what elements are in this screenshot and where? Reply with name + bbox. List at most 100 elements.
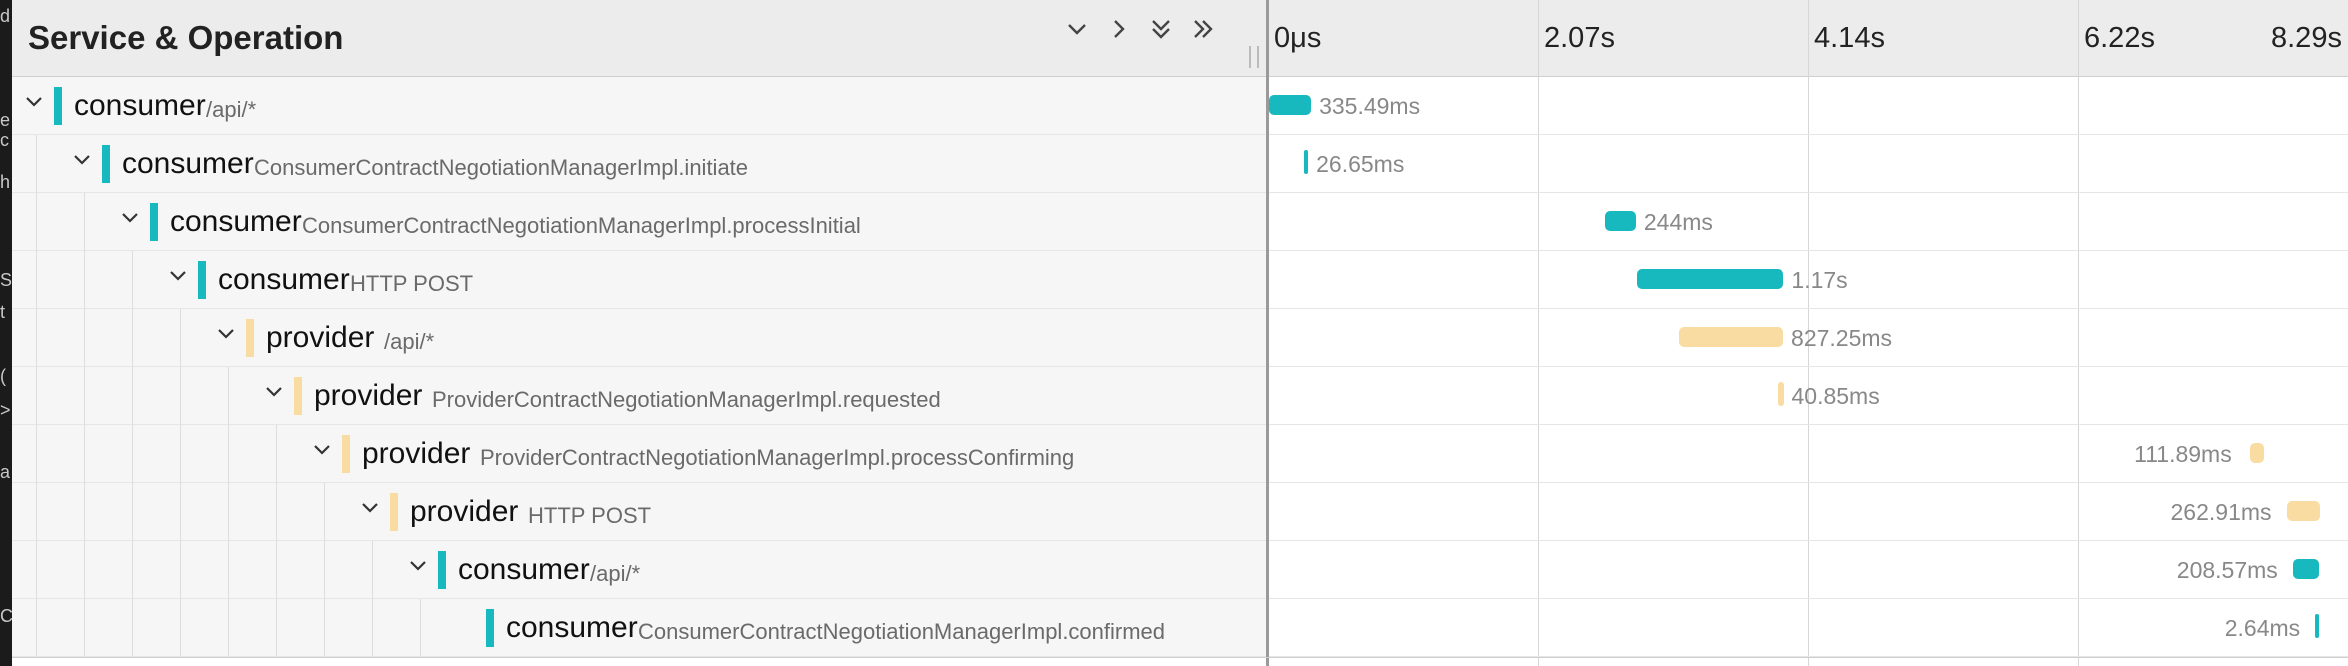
indent-guide <box>84 367 85 425</box>
indent-guide <box>180 483 181 541</box>
operation-name: ConsumerContractNegotiationManagerImpl.c… <box>638 619 1166 644</box>
span-duration-bar[interactable] <box>2250 443 2265 463</box>
expand-toggle[interactable] <box>70 147 98 175</box>
operation-name: /api/* <box>590 561 641 586</box>
service-name[interactable]: consumer <box>74 89 206 123</box>
chevron-down-icon <box>362 503 378 513</box>
span-row[interactable]: provider ProviderContractNegotiationManag… <box>12 425 2348 483</box>
service-color-bar <box>54 87 62 125</box>
indent-guide <box>420 599 421 657</box>
collapse-one-button[interactable] <box>1060 16 1094 50</box>
indent-guide <box>180 599 181 657</box>
span-duration-bar[interactable] <box>1778 382 1784 406</box>
collapse-all-button[interactable] <box>1186 16 1220 50</box>
expand-toggle[interactable] <box>166 263 194 291</box>
operation-name: /api/* <box>206 97 257 122</box>
timeline-header: Service & Operation <box>12 0 2348 77</box>
span-row[interactable]: consumer/api/* 208.57ms <box>12 541 2348 599</box>
span-duration-bar[interactable] <box>1679 327 1784 347</box>
left-strip-glyph: a <box>0 462 11 482</box>
span-row[interactable]: provider HTTP POST 262.91ms <box>12 483 2348 541</box>
indent-guide <box>132 251 133 309</box>
expand-one-icon <box>1114 20 1125 38</box>
service-name[interactable]: consumer <box>506 611 638 645</box>
indent-guide <box>84 599 85 657</box>
service-color-bar <box>294 377 302 415</box>
expand-toggle[interactable] <box>358 495 386 523</box>
span-row[interactable]: consumer HTTP POST 1.17s <box>12 251 2348 309</box>
indent-guide <box>132 483 133 541</box>
timeline-tick-label: 4.14s <box>1814 22 1885 54</box>
left-strip-glyph: C <box>0 606 12 626</box>
indent-guide <box>228 367 229 425</box>
span-duration-bar[interactable] <box>2314 614 2319 638</box>
expand-toggle[interactable] <box>310 437 338 465</box>
span-duration-bar[interactable] <box>1269 95 1312 115</box>
span-duration-label: 1.17s <box>1791 267 1848 293</box>
chevron-down-icon <box>410 561 426 571</box>
indent-guide <box>324 599 325 657</box>
bottom-border <box>12 657 2348 658</box>
indent-guide <box>324 483 325 541</box>
left-strip-glyph: ( <box>0 366 6 386</box>
chevron-down-icon <box>170 271 186 281</box>
expand-one-button[interactable] <box>1102 16 1136 50</box>
indent-guide <box>228 425 229 483</box>
span-duration-bar[interactable] <box>1304 150 1309 174</box>
operation-name: ConsumerContractNegotiationManagerImpl.p… <box>302 213 861 238</box>
timeline-tick-label: 8.29s <box>2271 22 2342 54</box>
service-operation-title: Service & Operation <box>28 19 344 56</box>
indent-guide <box>276 483 277 541</box>
span-row[interactable]: provider ProviderContractNegotiationManag… <box>12 367 2348 425</box>
indent-guide <box>84 541 85 599</box>
operation-name: ConsumerContractNegotiationManagerImpl.i… <box>254 155 749 180</box>
indent-guide <box>180 367 181 425</box>
chevron-down-icon <box>266 387 282 397</box>
expand-toggle[interactable] <box>262 379 290 407</box>
span-duration-bar[interactable] <box>1605 211 1636 231</box>
column-resize-grip[interactable] <box>1249 46 1259 68</box>
service-color-bar <box>438 551 446 589</box>
span-duration-bar[interactable] <box>1636 269 1784 289</box>
span-row[interactable]: consumer/api/* 335.49ms <box>12 77 2348 135</box>
indent-guide <box>84 425 85 483</box>
service-color-bar <box>486 609 494 647</box>
service-name[interactable]: provider <box>266 321 374 355</box>
indent-guide <box>84 309 85 367</box>
service-color-bar <box>390 493 398 531</box>
operation-name: ProviderContractNegotiationManagerImpl.p… <box>480 445 1075 470</box>
expand-all-button[interactable] <box>1144 16 1178 50</box>
operation-name: /api/* <box>384 329 435 354</box>
service-name[interactable]: provider <box>410 495 518 529</box>
chevron-down-icon <box>74 155 90 165</box>
span-duration-bar[interactable] <box>2292 559 2319 579</box>
service-name[interactable]: consumer <box>218 263 350 297</box>
service-name[interactable]: consumer <box>458 553 590 587</box>
expand-toggle[interactable] <box>406 553 434 581</box>
operation-name: HTTP POST <box>350 271 474 296</box>
indent-guide <box>132 309 133 367</box>
service-color-bar <box>246 319 254 357</box>
service-name[interactable]: consumer <box>122 147 254 181</box>
operation-name: ProviderContractNegotiationManagerImpl.r… <box>432 387 941 412</box>
span-name-cell <box>12 309 1266 366</box>
expand-toggle[interactable] <box>22 89 50 117</box>
span-row[interactable]: consumer ConsumerContractNegotiationManag… <box>12 599 2348 657</box>
span-row[interactable]: consumer ConsumerContractNegotiationManag… <box>12 135 2348 193</box>
left-strip-glyph: t <box>0 302 6 322</box>
expand-toggle[interactable] <box>214 321 242 349</box>
column-splitter[interactable] <box>1266 0 1269 666</box>
expand-toggle[interactable] <box>118 205 146 233</box>
indent-guide <box>324 541 325 599</box>
span-duration-bar[interactable] <box>2286 501 2320 521</box>
service-name[interactable]: provider <box>314 379 422 413</box>
service-name[interactable]: consumer <box>170 205 302 239</box>
indent-guide <box>228 483 229 541</box>
span-duration-label: 244ms <box>1643 209 1713 235</box>
span-row[interactable]: consumer ConsumerContractNegotiationManag… <box>12 193 2348 251</box>
indent-guide <box>36 599 37 657</box>
indent-guide <box>36 425 37 483</box>
service-name[interactable]: provider <box>362 437 470 471</box>
span-row[interactable]: provider/api/* 827.25ms <box>12 309 2348 367</box>
indent-guide <box>36 483 37 541</box>
